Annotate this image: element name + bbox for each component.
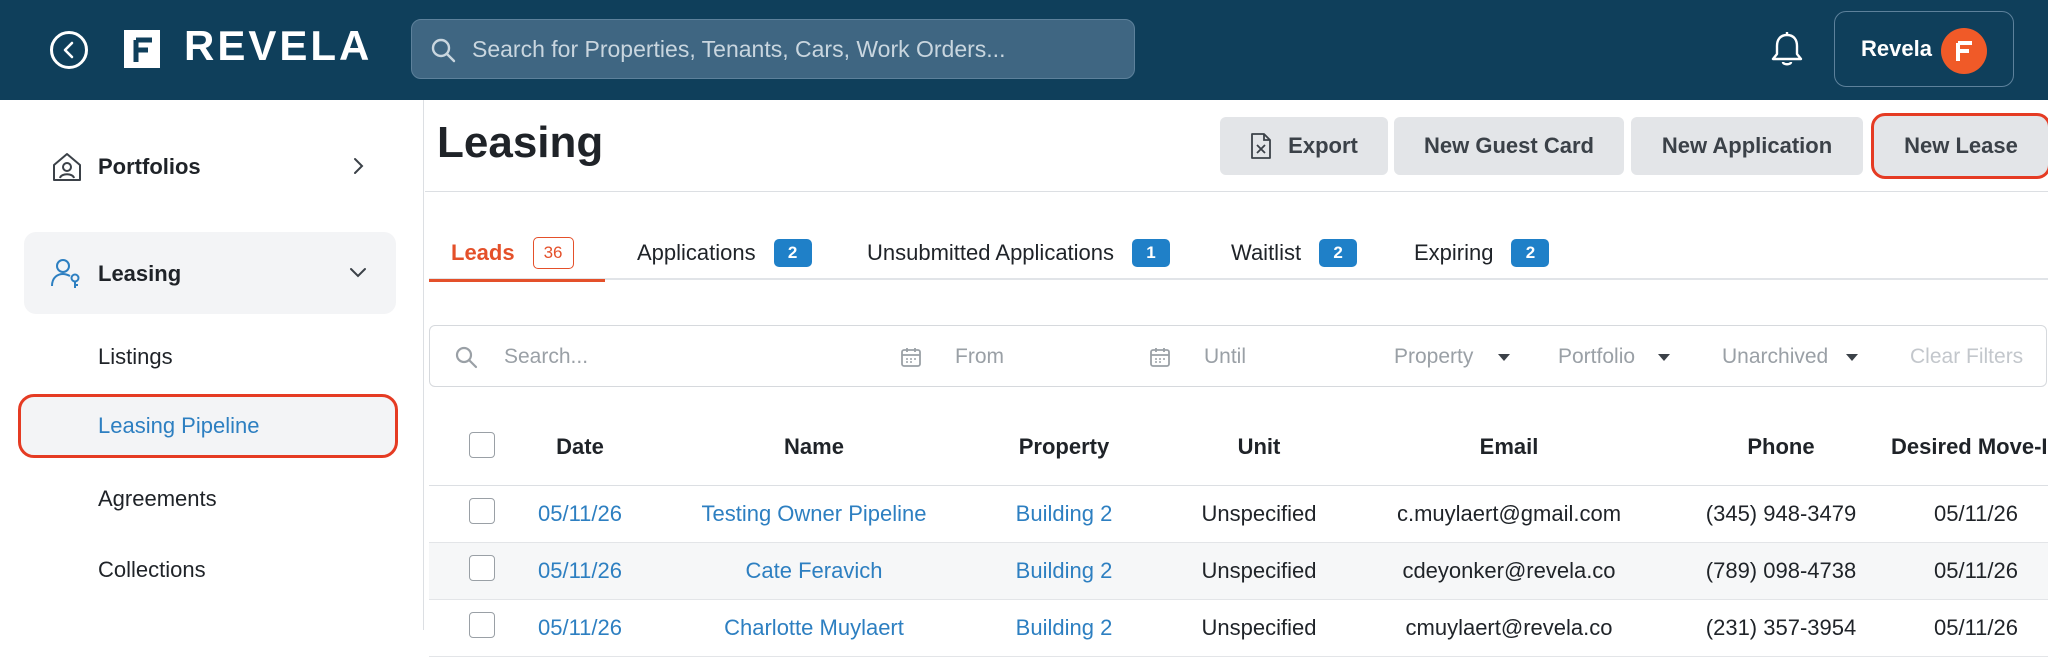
select-all-checkbox[interactable] xyxy=(469,432,495,458)
tab-label: Applications xyxy=(637,240,756,265)
tab-leads[interactable]: Leads 36 xyxy=(429,226,605,282)
back-button[interactable] xyxy=(50,31,88,69)
new-lease-button[interactable]: New Lease xyxy=(1871,113,2048,179)
global-search[interactable] xyxy=(411,19,1135,79)
portfolio-filter[interactable]: Portfolio xyxy=(1558,345,1635,369)
tab-unsubmitted-applications[interactable]: Unsubmitted Applications 1 xyxy=(867,226,1171,280)
row-property-link[interactable]: Building 2 xyxy=(989,501,1139,527)
chevron-left-icon xyxy=(63,41,74,59)
tab-label: Unsubmitted Applications xyxy=(867,240,1115,265)
row-email: cdeyonker@revela.co xyxy=(1402,558,1616,583)
leasing-tabs: Leads 36 Applications 2 Unsubmitted Appl… xyxy=(429,226,2048,282)
tab-label: Leads xyxy=(451,239,515,265)
sidebar-item-leasing-pipeline[interactable]: Leasing Pipeline xyxy=(18,394,398,458)
calendar-icon[interactable] xyxy=(900,346,922,368)
column-header-name[interactable]: Name xyxy=(689,434,939,460)
row-checkbox[interactable] xyxy=(469,498,495,524)
export-label: Export xyxy=(1288,133,1358,158)
leads-search-input[interactable] xyxy=(504,336,864,378)
avatar xyxy=(1941,28,1987,74)
filter-bar: From Until Property Portfolio Unarchived… xyxy=(429,325,2047,387)
table-row[interactable]: 05/11/26 Cate Feravich Building 2 Unspec… xyxy=(429,543,2048,600)
export-button[interactable]: Export xyxy=(1220,117,1388,175)
count-badge: 2 xyxy=(1511,239,1550,267)
top-bar: REVELA Revela xyxy=(0,0,2048,100)
search-icon xyxy=(431,38,456,63)
sidebar-item-label: Portfolios xyxy=(98,154,201,179)
row-property-link[interactable]: Building 2 xyxy=(989,558,1139,584)
page-title: Leasing xyxy=(437,118,604,167)
caret-down-icon xyxy=(1846,354,1858,361)
sidebar-item-label: Leasing xyxy=(98,261,182,286)
revela-logo-icon xyxy=(124,30,160,68)
user-menu[interactable]: Revela xyxy=(1834,11,2014,87)
row-unit: Unspecified xyxy=(1201,615,1317,640)
user-key-icon xyxy=(51,259,80,288)
sidebar-item-portfolios[interactable]: Portfolios xyxy=(24,128,396,204)
home-icon xyxy=(53,153,81,181)
brand-name: REVELA xyxy=(184,22,373,69)
row-desired-move-in: 05/11/26 xyxy=(1933,501,2018,526)
row-date-link[interactable]: 05/11/26 xyxy=(535,615,625,641)
row-name-link[interactable]: Testing Owner Pipeline xyxy=(689,501,939,527)
row-desired-move-in: 05/11/26 xyxy=(1933,558,2018,583)
tab-label: Expiring xyxy=(1414,240,1494,265)
calendar-icon[interactable] xyxy=(1149,346,1171,368)
tab-applications[interactable]: Applications 2 xyxy=(637,226,812,280)
row-checkbox[interactable] xyxy=(469,612,495,638)
column-header-desired-move-in[interactable]: Desired Move-In xyxy=(1851,434,2048,460)
row-name-link[interactable]: Cate Feravich xyxy=(689,558,939,584)
sidebar-item-collections[interactable]: Collections xyxy=(98,557,206,583)
table-header: Date Name Property Unit Email Phone Desi… xyxy=(429,420,2048,486)
count-badge: 2 xyxy=(1319,239,1358,267)
caret-down-icon xyxy=(1498,354,1510,361)
row-date-link[interactable]: 05/11/26 xyxy=(535,501,625,527)
new-guest-card-button[interactable]: New Guest Card xyxy=(1394,117,1624,175)
sidebar-item-label: Leasing Pipeline xyxy=(98,413,260,438)
property-filter[interactable]: Property xyxy=(1394,345,1473,369)
until-date-field[interactable]: Until xyxy=(1204,345,1246,369)
user-name: Revela xyxy=(1861,36,1932,61)
excel-file-icon xyxy=(1251,133,1272,159)
column-header-property[interactable]: Property xyxy=(989,434,1139,460)
tab-label: Waitlist xyxy=(1231,240,1302,265)
search-icon xyxy=(455,346,478,369)
count-badge: 1 xyxy=(1132,239,1171,267)
column-header-unit[interactable]: Unit xyxy=(1169,434,1349,460)
table-row[interactable]: 05/11/26 Charlotte Muylaert Building 2 U… xyxy=(429,600,2048,657)
count-badge: 36 xyxy=(532,236,574,269)
row-email: cmuylaert@revela.co xyxy=(1405,615,1613,640)
main-content: Leasing Export New Guest Card New Applic… xyxy=(425,100,2048,657)
row-property-link[interactable]: Building 2 xyxy=(989,615,1139,641)
global-search-input[interactable] xyxy=(472,28,1112,70)
tab-expiring[interactable]: Expiring 2 xyxy=(1414,226,1550,280)
row-unit: Unspecified xyxy=(1201,558,1317,583)
sidebar-item-listings[interactable]: Listings xyxy=(98,344,173,370)
bell-icon[interactable] xyxy=(1770,30,1804,68)
sidebar-item-leasing[interactable]: Leasing xyxy=(24,232,396,314)
row-unit: Unspecified xyxy=(1201,501,1317,526)
from-date-field[interactable]: From xyxy=(955,345,1004,369)
chevron-right-icon xyxy=(354,158,364,174)
table-row[interactable]: 05/11/26 Testing Owner Pipeline Building… xyxy=(429,486,2048,543)
row-email: c.muylaert@gmail.com xyxy=(1396,501,1622,526)
tab-waitlist[interactable]: Waitlist 2 xyxy=(1231,226,1358,280)
revela-logo-icon xyxy=(1956,41,1972,61)
new-application-button[interactable]: New Application xyxy=(1631,117,1863,175)
chevron-down-icon xyxy=(350,268,366,278)
row-name-link[interactable]: Charlotte Muylaert xyxy=(689,615,939,641)
column-header-email[interactable]: Email xyxy=(1359,434,1659,460)
sidebar-item-agreements[interactable]: Agreements xyxy=(98,486,217,512)
archived-filter[interactable]: Unarchived xyxy=(1722,345,1828,369)
caret-down-icon xyxy=(1658,354,1670,361)
header-divider xyxy=(425,191,2048,192)
count-badge: 2 xyxy=(773,239,812,267)
sidebar: Portfolios Leasing Listings Leasing Pipe… xyxy=(0,100,424,630)
row-date-link[interactable]: 05/11/26 xyxy=(535,558,625,584)
column-header-date[interactable]: Date xyxy=(535,434,625,460)
clear-filters-button[interactable]: Clear Filters xyxy=(1910,345,2023,369)
row-desired-move-in: 05/11/26 xyxy=(1933,615,2018,640)
row-checkbox[interactable] xyxy=(469,555,495,581)
